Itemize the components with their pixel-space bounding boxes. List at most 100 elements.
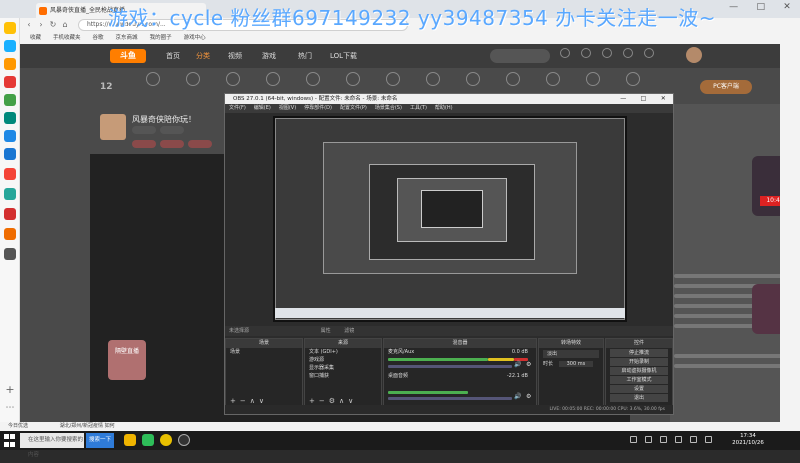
- menu-docks[interactable]: 停靠部件(D): [304, 104, 332, 113]
- app-icon[interactable]: [4, 188, 16, 200]
- volume-slider[interactable]: [388, 365, 512, 368]
- category-item[interactable]: [616, 72, 650, 89]
- category-item[interactable]: [176, 72, 210, 89]
- transition-select[interactable]: 淡出: [543, 350, 599, 358]
- windows-start-icon[interactable]: [4, 434, 16, 447]
- duration-input[interactable]: 300 ms: [558, 361, 594, 367]
- file-explorer-icon[interactable]: [124, 434, 136, 446]
- volume-icon[interactable]: [690, 436, 697, 443]
- tray-icon[interactable]: [660, 436, 667, 443]
- maximize-button[interactable]: □: [756, 2, 765, 16]
- menu-profile[interactable]: 配置文件(P): [340, 104, 367, 113]
- app-icon[interactable]: [4, 94, 16, 106]
- category-item[interactable]: [376, 72, 410, 89]
- wechat-icon[interactable]: [4, 112, 16, 124]
- scene-toolbar[interactable]: +−∧∨: [230, 397, 268, 405]
- app-icon[interactable]: [4, 248, 16, 260]
- category-item[interactable]: [136, 72, 170, 89]
- follow-icon[interactable]: [581, 48, 591, 58]
- minimize-button[interactable]: —: [729, 2, 738, 16]
- menu-view[interactable]: 视图(V): [279, 104, 296, 113]
- streamer-tag[interactable]: [160, 126, 184, 134]
- obs-maximize-button[interactable]: □: [641, 94, 647, 104]
- taskbar-clock[interactable]: 17:34 2021/10/26: [728, 433, 768, 447]
- obs-close-button[interactable]: ✕: [661, 94, 666, 104]
- browser-icon[interactable]: [142, 434, 154, 446]
- menu-help[interactable]: 帮助(H): [435, 104, 453, 113]
- history-icon[interactable]: [560, 48, 570, 58]
- live-icon[interactable]: [644, 48, 654, 58]
- download-icon[interactable]: [623, 48, 633, 58]
- bookmark-item[interactable]: 京东商城: [116, 32, 138, 44]
- source-item[interactable]: 文本 (GDI+): [305, 348, 381, 356]
- streamer-avatar[interactable]: [100, 114, 126, 140]
- input-method-icon[interactable]: [705, 436, 712, 443]
- nav-category[interactable]: 分类: [196, 51, 210, 61]
- bookmark-item[interactable]: 我的圈子: [150, 32, 172, 44]
- virtual-camera-button[interactable]: 启动虚拟摄像机: [610, 367, 668, 375]
- gear-icon[interactable]: ⚙: [526, 361, 531, 368]
- close-button[interactable]: ✕: [783, 2, 791, 16]
- volume-slider[interactable]: [388, 397, 512, 400]
- follow-button[interactable]: [132, 140, 156, 148]
- home-icon[interactable]: ⌂: [60, 20, 70, 30]
- obs-minimize-button[interactable]: —: [620, 94, 626, 104]
- category-item[interactable]: [576, 72, 610, 89]
- category-item[interactable]: [336, 72, 370, 89]
- category-item[interactable]: [296, 72, 330, 89]
- more-icon[interactable]: ⋯: [4, 402, 16, 414]
- pc-client-button[interactable]: PC客户端: [700, 80, 752, 94]
- share-button[interactable]: [160, 140, 184, 148]
- nav-home[interactable]: 首页: [166, 51, 180, 61]
- category-item[interactable]: [536, 72, 570, 89]
- menu-tools[interactable]: 工具(T): [410, 104, 427, 113]
- properties-button[interactable]: 属性: [251, 328, 331, 334]
- tray-icon[interactable]: [630, 436, 637, 443]
- nav-video[interactable]: 视频: [228, 51, 242, 61]
- taskbar-search-input[interactable]: 在这里输入你要搜索的内容: [20, 433, 84, 458]
- category-item[interactable]: [416, 72, 450, 89]
- app-icon[interactable]: [4, 130, 16, 142]
- refresh-icon[interactable]: ↻: [48, 20, 58, 30]
- tray-icon[interactable]: [645, 436, 652, 443]
- user-avatar[interactable]: [686, 47, 702, 63]
- category-item[interactable]: [496, 72, 530, 89]
- bookmark-item[interactable]: 手机收藏夹: [53, 32, 81, 44]
- app-icon[interactable]: [4, 76, 16, 88]
- speaker-icon[interactable]: 🔊: [514, 393, 521, 400]
- status-news[interactable]: 湖北/郑州/新冠疫情 如何: [30, 423, 115, 429]
- taskbar-search-button[interactable]: 搜索一下: [86, 433, 114, 448]
- app-icon[interactable]: [4, 208, 16, 220]
- source-item[interactable]: 显示器采集: [305, 364, 381, 372]
- bookmark-item[interactable]: 谷歌: [93, 32, 104, 44]
- star-icon[interactable]: [4, 58, 16, 70]
- studio-mode-button[interactable]: 工作室模式: [610, 376, 668, 384]
- gear-icon[interactable]: ⚙: [526, 393, 531, 400]
- category-item[interactable]: [456, 72, 490, 89]
- settings-button[interactable]: 设置: [610, 385, 668, 393]
- app-icon[interactable]: [4, 148, 16, 160]
- app-icon[interactable]: [4, 40, 16, 52]
- forward-icon[interactable]: ›: [36, 20, 46, 30]
- filters-button[interactable]: 滤镜: [332, 328, 354, 334]
- streamer-tag[interactable]: [132, 126, 156, 134]
- event-badge[interactable]: 隔壁直播: [108, 340, 146, 380]
- network-icon[interactable]: [675, 436, 682, 443]
- menu-scene-collection[interactable]: 场景集合(S): [375, 104, 402, 113]
- app-icon[interactable]: [4, 228, 16, 240]
- obs-icon[interactable]: [178, 434, 190, 446]
- add-icon[interactable]: +: [4, 384, 16, 396]
- menu-edit[interactable]: 编辑(E): [254, 104, 271, 113]
- browser-icon[interactable]: [160, 434, 172, 446]
- menu-file[interactable]: 文件(F): [229, 104, 246, 113]
- favorites-icon[interactable]: [4, 22, 16, 34]
- exit-button[interactable]: 退出: [610, 394, 668, 402]
- nav-lol-download[interactable]: LOL下载: [330, 51, 357, 61]
- back-icon[interactable]: ‹: [24, 20, 34, 30]
- bookmark-item[interactable]: 收藏: [30, 32, 41, 44]
- site-search-input[interactable]: [490, 49, 550, 63]
- source-toolbar[interactable]: +−⚙∧∨: [309, 397, 357, 405]
- scene-item[interactable]: 场景: [226, 348, 302, 356]
- nav-games[interactable]: 游戏: [262, 51, 276, 61]
- bookmark-item[interactable]: 游戏中心: [184, 32, 206, 44]
